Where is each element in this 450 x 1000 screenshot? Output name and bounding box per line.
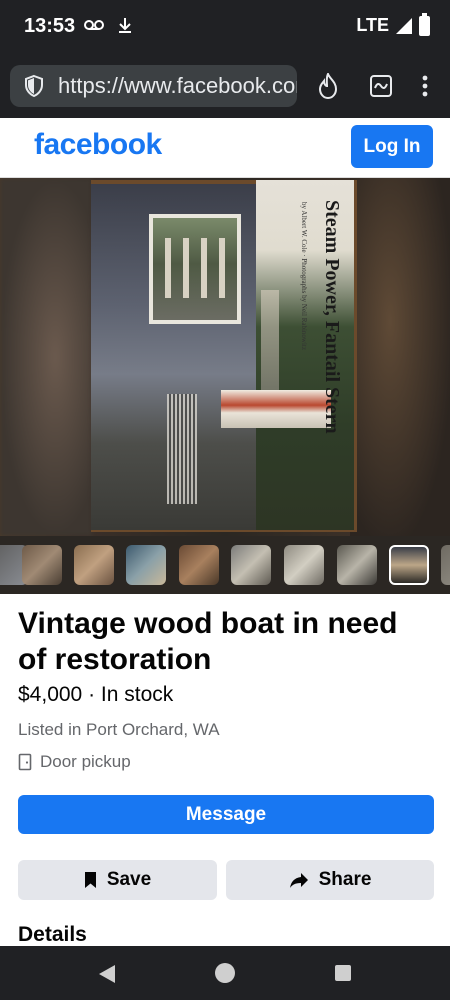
- photo-thumbnail-selected[interactable]: [389, 545, 429, 585]
- photo-thumbnail[interactable]: [337, 545, 377, 585]
- download-icon: [119, 18, 131, 33]
- status-time: 13:53: [24, 15, 76, 37]
- listing-details-panel: Vintage wood boat in need of restoration…: [0, 594, 450, 946]
- photo-thumbnail[interactable]: [231, 545, 271, 585]
- site-header: facebook Log In: [0, 118, 450, 178]
- listing-location: Listed in Port Orchard, WA: [18, 720, 220, 739]
- fire-button[interactable]: [315, 72, 341, 100]
- listing-price: $4,000 · In stock: [18, 683, 174, 706]
- magazine-byline: by Albert W. Cole · Photographs by Neil …: [286, 202, 308, 350]
- magazine-inset-photo: [149, 214, 241, 324]
- status-notification-icons: [84, 17, 132, 33]
- delivery-method: Door pickup: [18, 752, 131, 772]
- tab-switcher-button[interactable]: [368, 72, 394, 100]
- photo-thumbnail[interactable]: [126, 545, 166, 585]
- facebook-logo[interactable]: facebook: [34, 128, 162, 162]
- share-button[interactable]: Share: [226, 860, 434, 900]
- photo-blur-background-right: [350, 178, 450, 536]
- delivery-label: Door pickup: [40, 752, 131, 771]
- bookmark-icon: [84, 872, 96, 888]
- login-button[interactable]: Log In: [351, 125, 433, 168]
- magazine-text-column: [167, 394, 197, 504]
- save-button[interactable]: Save: [18, 860, 217, 900]
- photo-blur-background-left: [0, 178, 92, 536]
- photo-thumbnail[interactable]: [284, 545, 324, 585]
- share-button-label: Share: [318, 869, 372, 890]
- flame-icon[interactable]: [317, 73, 339, 99]
- status-system-icons: LTE: [356, 12, 430, 36]
- home-icon[interactable]: [215, 963, 235, 983]
- browser-toolbar: https://www.facebook.com/marketplace: [0, 56, 450, 118]
- url-text[interactable]: https://www.facebook.com/marketplace: [58, 73, 297, 99]
- battery-icon: [419, 12, 430, 36]
- photo-thumbnail[interactable]: [441, 545, 450, 585]
- browser-menu-button[interactable]: [412, 72, 438, 100]
- message-button[interactable]: Message: [18, 795, 434, 834]
- system-navigation-bar: [0, 946, 450, 1000]
- more-vert-icon[interactable]: [422, 75, 428, 97]
- magazine-photo: by Albert W. Cole · Photographs by Neil …: [91, 180, 357, 532]
- recent-apps-icon[interactable]: [335, 965, 351, 981]
- listing-title: Vintage wood boat in need of restoration: [18, 607, 398, 676]
- address-bar[interactable]: https://www.facebook.com/marketplace: [10, 65, 297, 107]
- photo-thumbnail[interactable]: [74, 545, 114, 585]
- boat-reflection: [261, 290, 279, 390]
- details-heading: Details: [18, 923, 87, 946]
- save-button-label: Save: [106, 869, 152, 890]
- magazine-left-page: [91, 184, 256, 530]
- tabs-icon[interactable]: [369, 74, 393, 98]
- voicemail-icon: [84, 20, 104, 30]
- status-bar: 13:53 LTE: [0, 0, 450, 56]
- photo-thumbnail[interactable]: [22, 545, 62, 585]
- back-icon[interactable]: [98, 964, 116, 984]
- shield-icon[interactable]: [22, 74, 46, 98]
- photo-thumbnail[interactable]: [179, 545, 219, 585]
- network-type-label: LTE: [356, 15, 389, 35]
- magazine-headline: Steam Power, Fantail Stern: [321, 200, 343, 434]
- photo-thumbnail-strip: [0, 536, 450, 594]
- signal-icon: [396, 17, 412, 34]
- share-arrow-icon: [289, 872, 308, 888]
- door-icon: [18, 753, 32, 771]
- listing-main-photo[interactable]: by Albert W. Cole · Photographs by Neil …: [0, 178, 450, 536]
